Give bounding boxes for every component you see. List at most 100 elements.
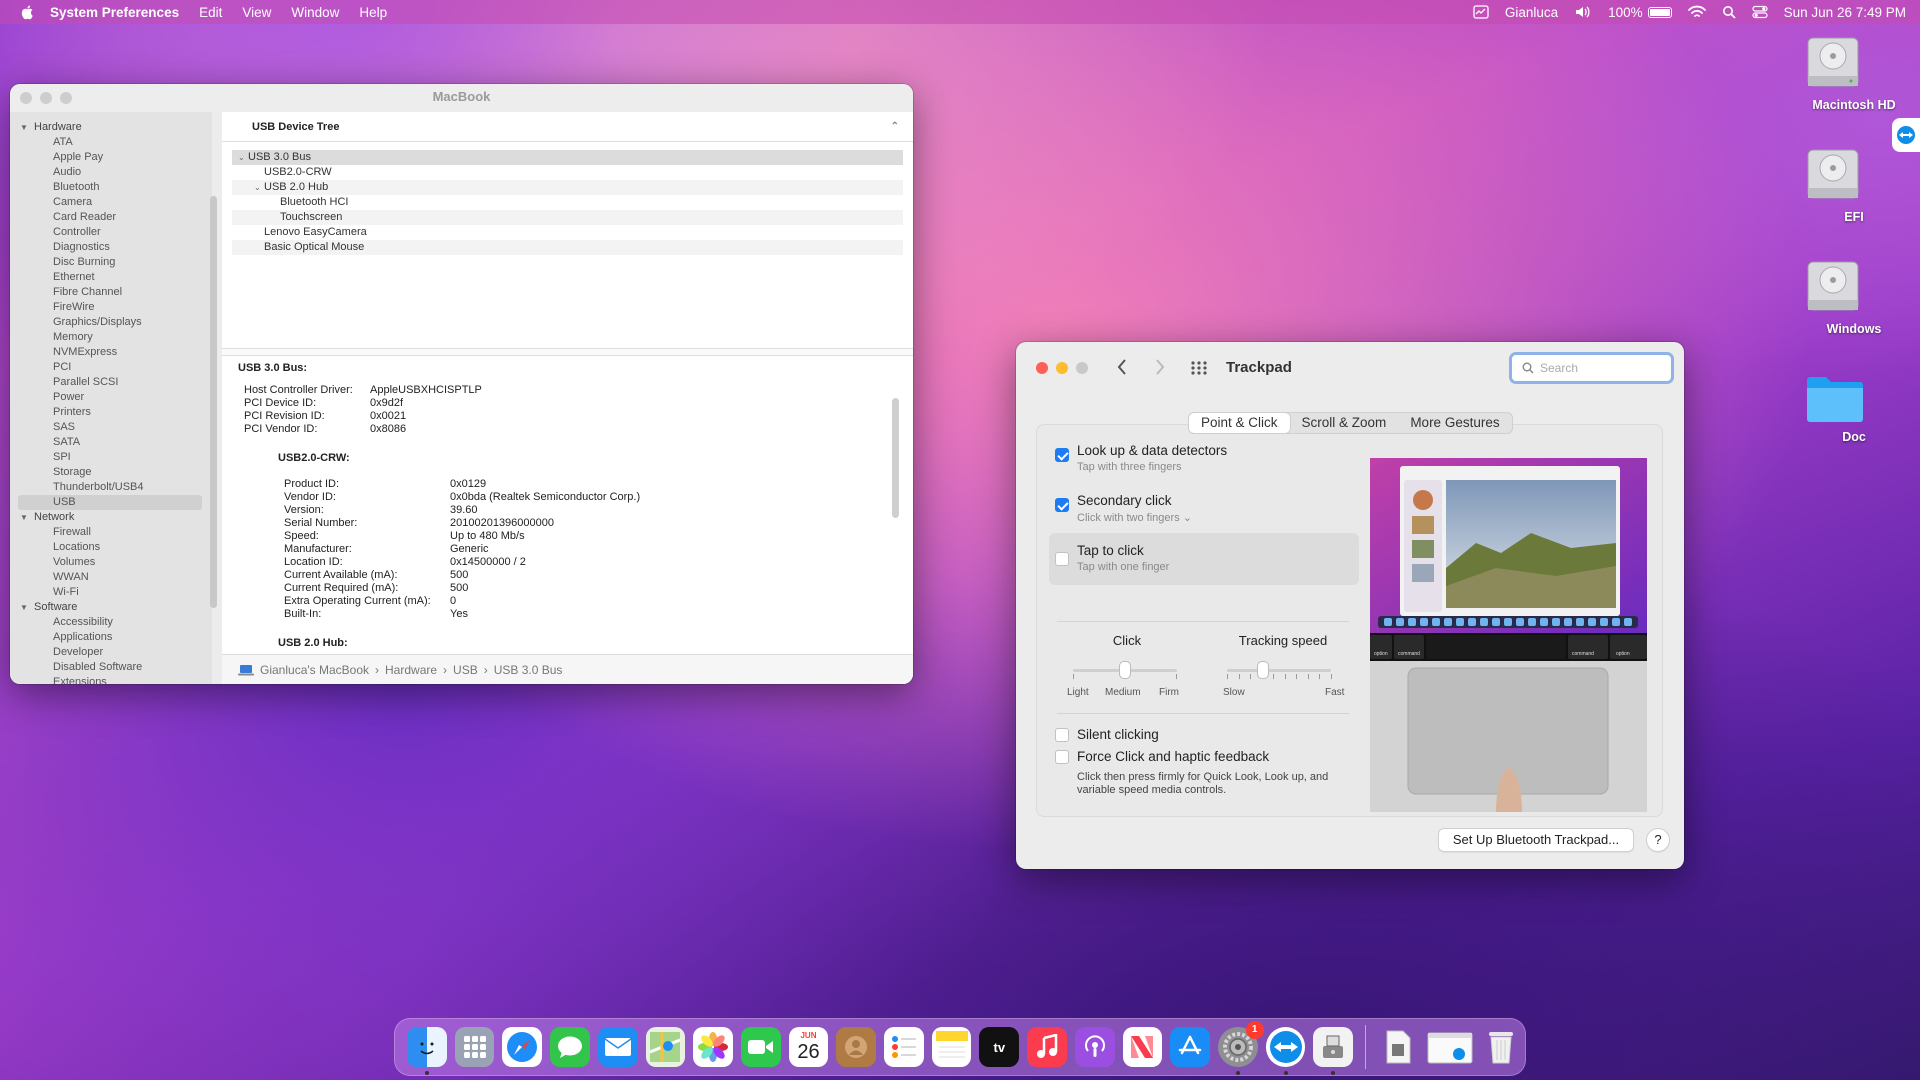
desktop-icon-windows[interactable]: Windows	[1804, 256, 1904, 336]
sidebar-item[interactable]: FireWire	[10, 300, 212, 315]
tree-row[interactable]: Touchscreen	[232, 210, 903, 225]
control-center-icon[interactable]	[1752, 5, 1768, 19]
setup-bluetooth-trackpad-button[interactable]: Set Up Bluetooth Trackpad...	[1438, 828, 1634, 852]
disclosure-triangle-icon[interactable]: ⌄	[238, 150, 248, 165]
menu-view[interactable]: View	[242, 5, 271, 20]
click-slider[interactable]	[1073, 661, 1177, 681]
tracking-speed-slider[interactable]	[1227, 661, 1332, 681]
path-segment[interactable]: USB	[453, 663, 478, 677]
sidebar-item[interactable]: PCI	[10, 360, 212, 375]
checkbox-silent-clicking[interactable]	[1055, 728, 1069, 742]
secondary-click-popup[interactable]: Click with two fingers ⌄	[1077, 511, 1192, 524]
volume-icon[interactable]	[1574, 5, 1592, 19]
show-all-grid-icon[interactable]	[1190, 360, 1208, 376]
dock-safari[interactable]	[502, 1027, 543, 1067]
dock-launchpad[interactable]	[454, 1027, 495, 1067]
teamviewer-tab-icon[interactable]	[1892, 118, 1920, 152]
disclosure-triangle-icon[interactable]: ▼	[20, 510, 30, 525]
dock-contacts[interactable]	[836, 1027, 877, 1067]
sidebar-scrollbar[interactable]	[210, 196, 217, 608]
dock-messages[interactable]	[550, 1027, 590, 1067]
tree-row[interactable]: USB2.0-CRW	[232, 165, 903, 180]
dock-calendar[interactable]: JUN 26	[788, 1027, 829, 1067]
sidebar-category-hardware[interactable]: ▼ Hardware	[10, 120, 212, 135]
dock-screenshot-stack[interactable]	[1426, 1027, 1474, 1067]
tree-header[interactable]: USB Device Tree ⌃	[222, 112, 913, 142]
path-segment[interactable]: Gianluca's MacBook	[260, 663, 369, 677]
dock-news[interactable]	[1122, 1027, 1163, 1067]
path-segment[interactable]: USB 3.0 Bus	[494, 663, 563, 677]
zoom-button[interactable]	[60, 92, 72, 104]
sidebar-item[interactable]: Power	[10, 390, 212, 405]
option-silent-clicking[interactable]: Silent clicking	[1049, 725, 1359, 745]
dock-podcasts[interactable]	[1074, 1027, 1115, 1067]
sidebar-item[interactable]: Fibre Channel	[10, 285, 212, 300]
sidebar-category-software[interactable]: ▼ Software	[10, 600, 212, 615]
sidebar-item[interactable]: SAS	[10, 420, 212, 435]
collapse-chevron-icon[interactable]: ⌃	[891, 112, 899, 142]
tab-scroll-zoom[interactable]: Scroll & Zoom	[1290, 413, 1399, 433]
minimize-button[interactable]	[1056, 362, 1068, 374]
spotlight-icon[interactable]	[1722, 5, 1736, 19]
sidebar-item[interactable]: Applications	[10, 630, 212, 645]
path-segment[interactable]: Hardware	[385, 663, 437, 677]
search-input[interactable]: Search	[1509, 352, 1674, 384]
dock-reminders[interactable]	[884, 1027, 924, 1067]
sidebar-item[interactable]: Diagnostics	[10, 240, 212, 255]
sidebar-item[interactable]: Memory	[10, 330, 212, 345]
tree-row[interactable]: Lenovo EasyCamera	[232, 225, 903, 240]
checkbox-secondary-click[interactable]	[1055, 498, 1069, 512]
tracking-slider-knob[interactable]	[1258, 662, 1268, 678]
apple-menu-icon[interactable]	[20, 4, 36, 20]
option-force-click[interactable]: Force Click and haptic feedback Click th…	[1049, 747, 1359, 807]
menu-user-name[interactable]: Gianluca	[1505, 5, 1558, 20]
sidebar-item[interactable]: Storage	[10, 465, 212, 480]
option-secondary-click[interactable]: Secondary click Click with two fingers ⌄	[1049, 489, 1359, 529]
sidebar-item[interactable]: Accessibility	[10, 615, 212, 630]
help-button[interactable]: ?	[1646, 828, 1670, 852]
tree-row[interactable]: Bluetooth HCI	[232, 195, 903, 210]
sidebar-item[interactable]: Volumes	[10, 555, 212, 570]
disclosure-triangle-icon[interactable]: ▼	[20, 120, 30, 135]
sidebar-item[interactable]: ATA	[10, 135, 212, 150]
disclosure-triangle-icon[interactable]: ⌄	[254, 180, 264, 195]
disclosure-triangle-icon[interactable]: ▼	[20, 600, 30, 615]
minimize-button[interactable]	[40, 92, 52, 104]
sidebar-item[interactable]: USB	[18, 495, 202, 510]
desktop-icon-efi[interactable]: EFI	[1804, 144, 1904, 224]
wifi-icon[interactable]	[1687, 5, 1706, 19]
click-slider-knob[interactable]	[1120, 662, 1130, 678]
desktop-icon-doc[interactable]: Doc	[1804, 372, 1904, 444]
sidebar-item[interactable]: Wi-Fi	[10, 585, 212, 600]
sidebar-item[interactable]: Card Reader	[10, 210, 212, 225]
dock-system-preferences[interactable]: 1	[1217, 1021, 1264, 1075]
sidebar-item[interactable]: Controller	[10, 225, 212, 240]
dock-music[interactable]	[1027, 1027, 1067, 1067]
sidebar-item[interactable]: Parallel SCSI	[10, 375, 212, 390]
checkbox-tap-to-click[interactable]	[1055, 552, 1069, 566]
sidebar-item[interactable]: NVMExpress	[10, 345, 212, 360]
sidebar-item[interactable]: Audio	[10, 165, 212, 180]
sidebar-item[interactable]: Extensions	[10, 675, 212, 684]
option-tap-to-click[interactable]: Tap to click Tap with one finger	[1049, 533, 1359, 585]
sidebar-item[interactable]: Disc Burning	[10, 255, 212, 270]
zoom-button[interactable]	[1076, 362, 1088, 374]
checkbox-force-click[interactable]	[1055, 750, 1069, 764]
tab-point-click[interactable]: Point & Click	[1189, 413, 1290, 433]
close-button[interactable]	[20, 92, 32, 104]
sidebar-category-network[interactable]: ▼ Network	[10, 510, 212, 525]
tree-row[interactable]: ⌄ USB 3.0 Bus	[232, 150, 903, 165]
sidebar-item[interactable]: Developer	[10, 645, 212, 660]
tree-row[interactable]: ⌄ USB 2.0 Hub	[232, 180, 903, 195]
sidebar-item[interactable]: SPI	[10, 450, 212, 465]
dock-photos[interactable]	[693, 1027, 733, 1067]
menu-datetime[interactable]: Sun Jun 26 7:49 PM	[1784, 5, 1906, 20]
menu-window[interactable]: Window	[291, 5, 339, 20]
sidebar-item[interactable]: Locations	[10, 540, 212, 555]
dock-mail[interactable]	[597, 1027, 638, 1067]
desktop-icon-macintosh-hd[interactable]: Macintosh HD	[1804, 32, 1904, 112]
sidebar-item[interactable]: Ethernet	[10, 270, 212, 285]
dock-system-information[interactable]	[1313, 1027, 1354, 1075]
sidebar-item[interactable]: Printers	[10, 405, 212, 420]
checkbox-look-up[interactable]	[1055, 448, 1069, 462]
